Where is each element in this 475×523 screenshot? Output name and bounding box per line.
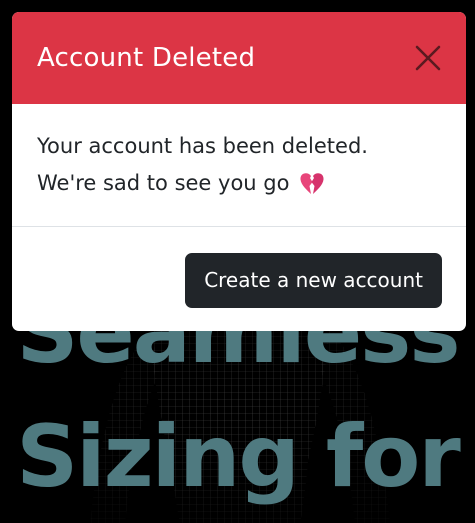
modal-body: Your account has been deleted. We're sad… (12, 104, 466, 226)
modal-footer: Create a new account (12, 226, 466, 331)
account-deleted-modal: Account Deleted Your account has been de… (12, 12, 466, 331)
body-line-2: We're sad to see you go (37, 165, 441, 202)
close-icon (415, 45, 441, 71)
background-headline-line2: Sizing for (16, 407, 461, 507)
sad-message: We're sad to see you go (37, 171, 290, 195)
modal-header: Account Deleted (12, 12, 466, 104)
broken-heart-icon (299, 172, 325, 196)
modal-title: Account Deleted (37, 43, 256, 73)
create-new-account-button[interactable]: Create a new account (185, 252, 442, 308)
body-line-1: Your account has been deleted. (37, 128, 441, 165)
close-button[interactable] (412, 42, 444, 74)
deleted-message: Your account has been deleted. (37, 134, 368, 158)
